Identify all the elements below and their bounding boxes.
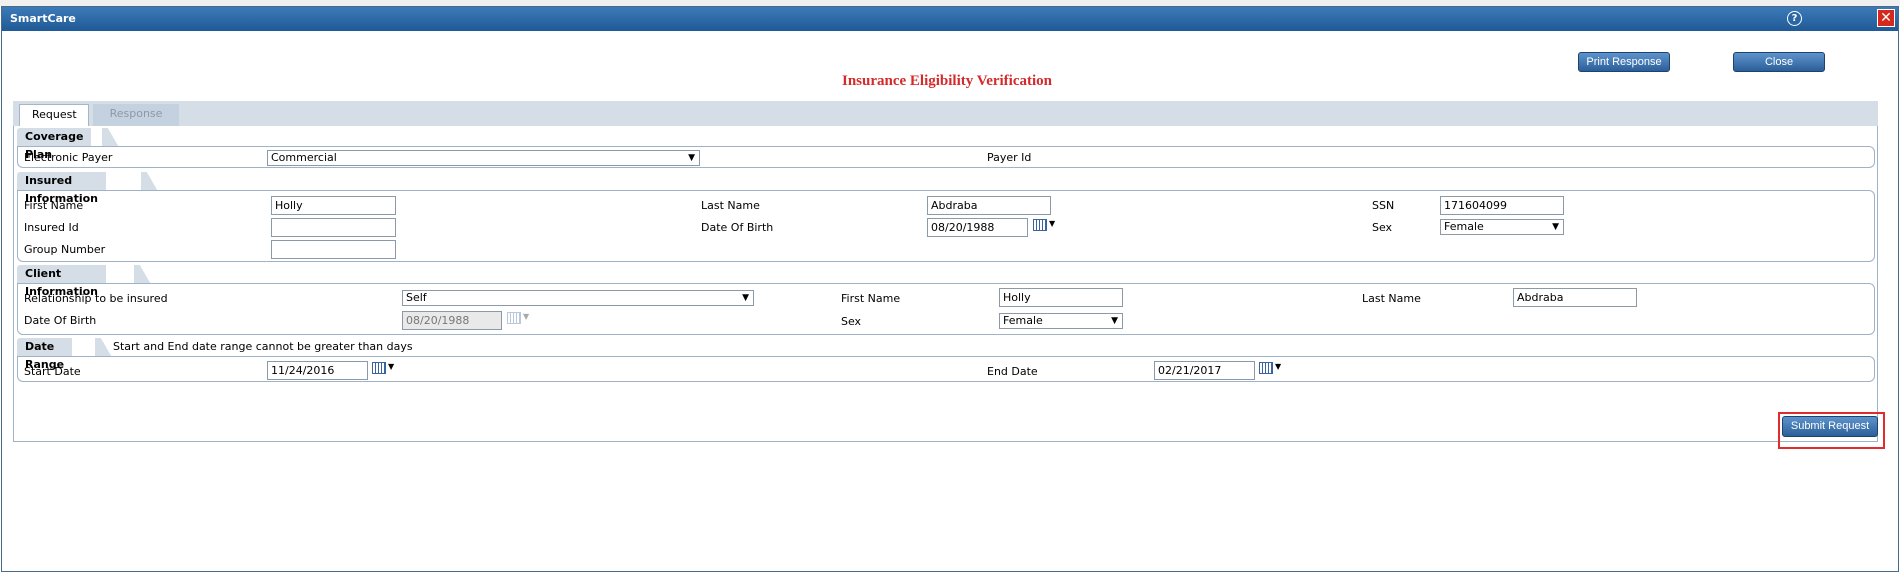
close-window-icon[interactable]: ✕	[1877, 9, 1895, 27]
relationship-label: Relationship to be insured	[24, 292, 168, 305]
insured-last-name-label: Last Name	[701, 199, 760, 212]
title-bar: SmartCare ? ✕	[2, 7, 1898, 31]
tab-request[interactable]: Request	[19, 104, 89, 126]
insured-sex-label: Sex	[1372, 221, 1393, 234]
submit-request-highlight	[1778, 412, 1885, 449]
header-slant	[141, 172, 163, 190]
insured-last-name-input[interactable]: Abdraba	[927, 196, 1051, 215]
client-info-section: Relationship to be insured Self ▼ First …	[17, 283, 1875, 335]
ssn-label: SSN	[1372, 199, 1395, 212]
relationship-select[interactable]: Self ▼	[402, 290, 754, 306]
client-dob-label: Date Of Birth	[24, 314, 97, 327]
request-panel: Coverage Plan Electronic Payer Commercia…	[13, 126, 1878, 442]
insured-sex-select[interactable]: Female ▼	[1440, 219, 1564, 235]
page-title: Insurance Eligibility Verification	[841, 73, 1052, 89]
coverage-plan-section: Electronic Payer Commercial ▼ Payer Id	[17, 146, 1875, 168]
client-last-name-input[interactable]: Abdraba	[1513, 288, 1637, 307]
chevron-down-icon: ▼	[1552, 222, 1559, 232]
insured-info-title: Insured Information	[17, 172, 106, 205]
print-response-button[interactable]: Print Response	[1578, 52, 1670, 72]
calendar-icon[interactable]	[1259, 362, 1273, 374]
calendar-icon	[507, 312, 521, 324]
chevron-down-icon[interactable]: ▼	[1275, 362, 1281, 371]
chevron-down-icon: ▼	[1111, 316, 1118, 326]
insured-info-section: First Name Holly Last Name Abdraba SSN 1…	[17, 190, 1875, 262]
close-button[interactable]: Close	[1733, 52, 1825, 72]
window-title: SmartCare	[10, 12, 76, 25]
insured-dob-input[interactable]: 08/20/1988	[927, 218, 1028, 237]
end-date-label: End Date	[987, 365, 1038, 378]
client-dob-input: 08/20/1988	[402, 311, 502, 330]
chevron-down-icon: ▼	[742, 293, 749, 303]
date-range-note: Start and End date range cannot be great…	[113, 340, 413, 353]
date-range-section: Start Date 11/24/2016 ▼ End Date 02/21/2…	[17, 356, 1875, 382]
calendar-icon[interactable]	[1033, 219, 1047, 231]
header-slant	[102, 128, 124, 146]
tab-response[interactable]: Response	[93, 104, 179, 126]
insured-id-label: Insured Id	[24, 221, 79, 234]
help-icon[interactable]: ?	[1787, 11, 1802, 26]
header-slant	[134, 265, 156, 283]
insured-first-name-label: First Name	[24, 199, 84, 212]
chevron-down-icon: ▼	[688, 153, 695, 163]
chevron-down-icon: ▼	[523, 312, 530, 321]
insured-dob-label: Date Of Birth	[701, 221, 774, 234]
end-date-input[interactable]: 02/21/2017	[1154, 361, 1255, 380]
insured-id-input[interactable]	[271, 218, 396, 237]
electronic-payer-value: Commercial	[271, 151, 337, 164]
client-first-name-input[interactable]: Holly	[999, 288, 1123, 307]
group-number-label: Group Number	[24, 243, 106, 256]
insured-sex-value: Female	[1444, 220, 1484, 233]
date-range-title: Date Range	[17, 338, 73, 371]
client-sex-value: Female	[1003, 314, 1043, 327]
client-sex-label: Sex	[841, 315, 862, 328]
coverage-plan-title: Coverage Plan	[17, 128, 92, 161]
client-last-name-label: Last Name	[1362, 292, 1421, 305]
chevron-down-icon[interactable]: ▼	[1049, 219, 1055, 228]
tab-bar: Request Response	[13, 101, 1878, 126]
start-date-input[interactable]: 11/24/2016	[267, 361, 368, 380]
group-number-input[interactable]	[271, 240, 396, 259]
electronic-payer-select[interactable]: Commercial ▼	[267, 150, 700, 166]
relationship-value: Self	[406, 291, 427, 304]
calendar-icon[interactable]	[372, 362, 386, 374]
client-info-title: Client Information	[17, 265, 106, 298]
client-first-name-label: First Name	[841, 292, 901, 305]
chevron-down-icon[interactable]: ▼	[388, 362, 394, 371]
client-sex-select[interactable]: Female ▼	[999, 313, 1123, 329]
electronic-payer-label: Electronic Payer	[24, 151, 113, 164]
start-date-label: Start Date	[24, 365, 81, 378]
smartcare-window: SmartCare ? ✕ Print Response Close Insur…	[1, 6, 1899, 572]
payer-id-label: Payer Id	[987, 151, 1032, 164]
insured-first-name-input[interactable]: Holly	[271, 196, 396, 215]
ssn-input[interactable]: 171604099	[1440, 196, 1564, 215]
